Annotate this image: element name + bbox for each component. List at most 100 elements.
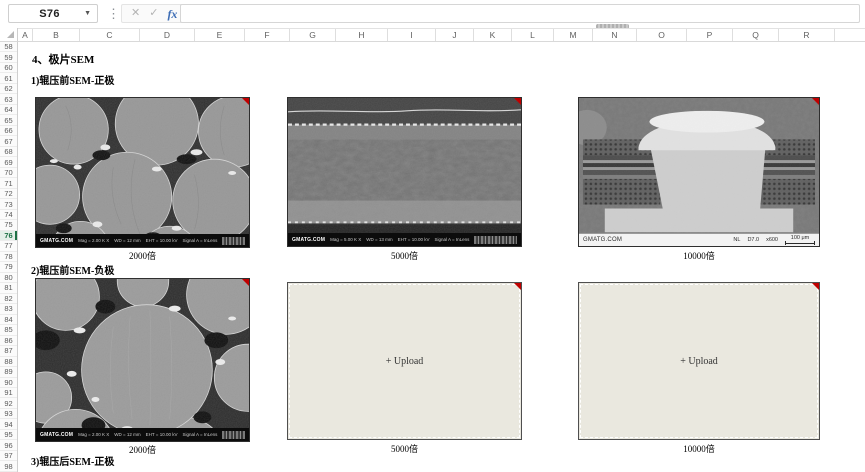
- column-header[interactable]: B: [33, 29, 80, 41]
- row-header[interactable]: 88: [0, 357, 17, 367]
- row-header[interactable]: 85: [0, 325, 17, 335]
- column-header[interactable]: L: [512, 29, 554, 41]
- spreadsheet-app: S76 ▼ ⋮ ✕ ✓ fx ABCDEFGHIJKLMNOPQR 585960…: [0, 0, 865, 472]
- caption-10000x: 10000倍: [578, 442, 820, 455]
- row-header[interactable]: 73: [0, 199, 17, 209]
- column-header[interactable]: Q: [733, 29, 779, 41]
- caption-10000x: 10000倍: [578, 249, 820, 262]
- comment-indicator-icon: [514, 283, 521, 290]
- row-header[interactable]: 95: [0, 430, 17, 440]
- row-header[interactable]: 63: [0, 94, 17, 104]
- caption-5000x: 5000倍: [287, 249, 522, 262]
- row-header[interactable]: 66: [0, 126, 17, 136]
- formula-bar-input[interactable]: [180, 4, 860, 23]
- row-header[interactable]: 72: [0, 189, 17, 199]
- formula-toolbar: S76 ▼ ⋮ ✕ ✓ fx: [0, 0, 865, 28]
- cancel-entry-button[interactable]: ✕: [131, 8, 140, 19]
- row-header[interactable]: 79: [0, 262, 17, 272]
- row-header[interactable]: 62: [0, 84, 17, 94]
- row-header[interactable]: 58: [0, 42, 17, 52]
- column-header[interactable]: P: [687, 29, 733, 41]
- sem-micrograph-particles: [36, 98, 249, 247]
- column-header[interactable]: K: [474, 29, 512, 41]
- row-header[interactable]: 92: [0, 398, 17, 408]
- name-box-dropdown-icon[interactable]: ▼: [84, 10, 91, 17]
- row-header[interactable]: 78: [0, 252, 17, 262]
- sem-brand-label: GMATG.COM: [583, 237, 622, 243]
- row-header[interactable]: 59: [0, 52, 17, 62]
- row-header[interactable]: 98: [0, 461, 17, 471]
- row-header[interactable]: 70: [0, 168, 17, 178]
- column-header[interactable]: A: [18, 29, 33, 41]
- column-header[interactable]: G: [290, 29, 336, 41]
- row-header[interactable]: 84: [0, 315, 17, 325]
- upload-placeholder-10000x[interactable]: + Upload: [578, 282, 820, 440]
- upload-placeholder-5000x[interactable]: + Upload: [287, 282, 522, 440]
- sem-info-bar: GMATG.COM Mag = 2.00 K X WD = 12 mm EHT …: [36, 234, 249, 247]
- row-header[interactable]: 83: [0, 304, 17, 314]
- insert-function-button[interactable]: fx: [167, 8, 177, 20]
- sheet-canvas: 4、极片SEM 1)辊压前SEM-正极 2)辊压前SEM-负极 3)辊压后SEM…: [18, 42, 865, 472]
- watermark: [474, 236, 517, 244]
- column-header[interactable]: O: [637, 29, 687, 41]
- sem-brand-label: GMATG.COM: [40, 238, 73, 244]
- row-header[interactable]: 69: [0, 157, 17, 167]
- section-title: 4、极片SEM: [32, 51, 94, 67]
- row-header[interactable]: 67: [0, 136, 17, 146]
- sem-wd-label: WD = 13 mm: [366, 237, 392, 242]
- row-header[interactable]: 75: [0, 220, 17, 230]
- sem-detector-label: D7.0: [747, 237, 759, 243]
- subsection-2-title: 2)辊压前SEM-负极: [31, 262, 114, 277]
- sem-image-pre-roll-negative-2000x[interactable]: GMATG.COM Mag = 2.00 K X WD = 12 mm EHT …: [35, 278, 250, 442]
- confirm-entry-button[interactable]: ✓: [149, 8, 158, 19]
- row-header[interactable]: 90: [0, 378, 17, 388]
- column-header[interactable]: D: [140, 29, 195, 41]
- select-all-corner[interactable]: [0, 28, 18, 42]
- row-header[interactable]: 91: [0, 388, 17, 398]
- upload-label: + Upload: [680, 356, 718, 367]
- column-header[interactable]: N: [593, 29, 637, 41]
- sem-info-bar: GMATG.COM Mag = 5.00 K X WD = 13 mm EHT …: [288, 233, 521, 246]
- sem-image-pre-roll-positive-2000x[interactable]: GMATG.COM Mag = 2.00 K X WD = 12 mm EHT …: [35, 97, 250, 248]
- subsection-1-title: 1)辊压前SEM-正极: [31, 72, 114, 87]
- sem-wd-label: WD = 12 mm: [114, 238, 140, 243]
- row-header[interactable]: 81: [0, 283, 17, 293]
- row-header[interactable]: 76: [0, 231, 17, 241]
- sem-nl-label: NL: [733, 237, 740, 243]
- row-header[interactable]: 68: [0, 147, 17, 157]
- row-header[interactable]: 65: [0, 115, 17, 125]
- row-header[interactable]: 86: [0, 336, 17, 346]
- column-header[interactable]: H: [336, 29, 388, 41]
- sem-brand-label: GMATG.COM: [40, 432, 73, 438]
- column-headers: ABCDEFGHIJKLMNOPQR: [18, 28, 865, 42]
- row-header[interactable]: 97: [0, 451, 17, 461]
- row-header[interactable]: 74: [0, 210, 17, 220]
- column-header[interactable]: F: [245, 29, 290, 41]
- row-header[interactable]: 87: [0, 346, 17, 356]
- column-header[interactable]: M: [554, 29, 593, 41]
- caption-2000x: 2000倍: [35, 443, 250, 456]
- more-options-icon[interactable]: ⋮: [107, 5, 120, 22]
- sem-image-pre-roll-positive-10000x[interactable]: GMATG.COM NL D7.0 x600 100 μm: [578, 97, 820, 247]
- column-header[interactable]: I: [388, 29, 436, 41]
- row-header[interactable]: 93: [0, 409, 17, 419]
- row-header[interactable]: 94: [0, 419, 17, 429]
- sem-eht-label: EHT = 10.00 kV: [398, 237, 430, 242]
- row-header[interactable]: 89: [0, 367, 17, 377]
- row-header[interactable]: 77: [0, 241, 17, 251]
- row-header[interactable]: 64: [0, 105, 17, 115]
- column-header[interactable]: J: [436, 29, 474, 41]
- column-header[interactable]: E: [195, 29, 245, 41]
- column-header[interactable]: C: [80, 29, 140, 41]
- row-headers: 5859606162636465666768697071727374757677…: [0, 42, 18, 472]
- upload-label: + Upload: [386, 356, 424, 367]
- row-header[interactable]: 60: [0, 63, 17, 73]
- name-box[interactable]: S76 ▼: [8, 4, 98, 23]
- row-header[interactable]: 80: [0, 273, 17, 283]
- column-header[interactable]: R: [779, 29, 835, 41]
- row-header[interactable]: 71: [0, 178, 17, 188]
- row-header[interactable]: 61: [0, 73, 17, 83]
- row-header[interactable]: 82: [0, 294, 17, 304]
- row-header[interactable]: 96: [0, 440, 17, 450]
- sem-image-pre-roll-positive-5000x[interactable]: GMATG.COM Mag = 5.00 K X WD = 13 mm EHT …: [287, 97, 522, 247]
